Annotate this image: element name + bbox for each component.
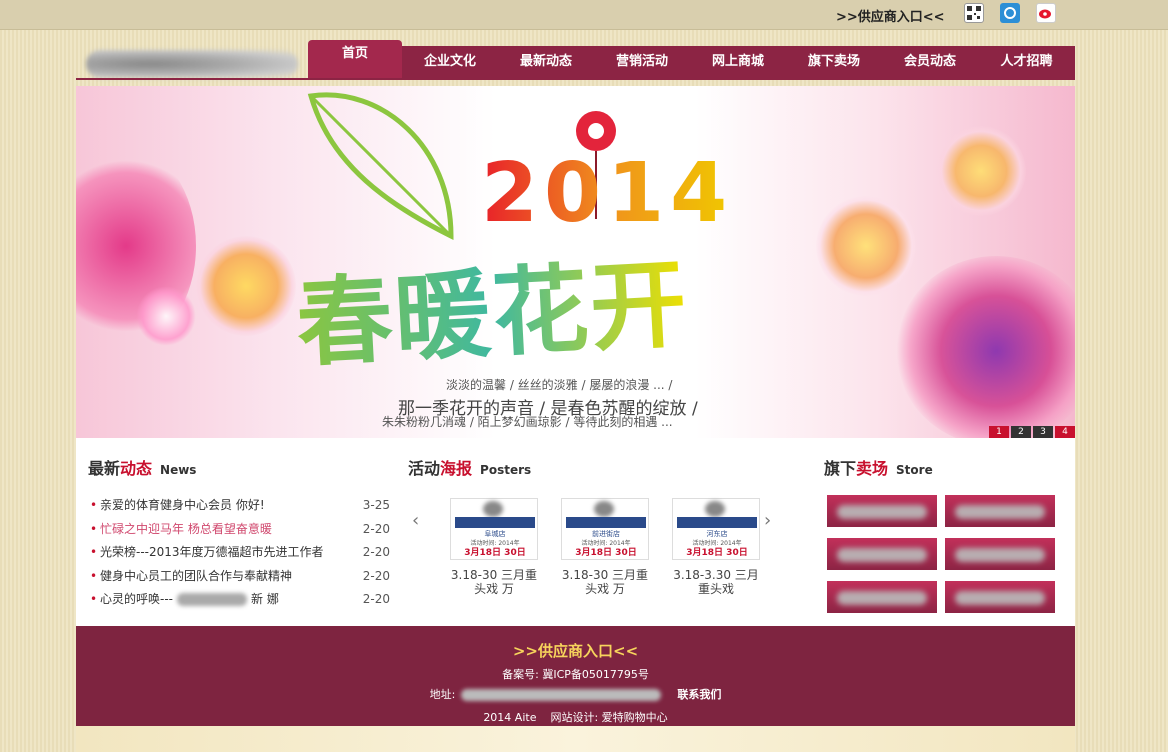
news-item[interactable]: 忙碌之中迎马年 杨总看望奋意暖2-20 — [90, 518, 390, 542]
banner-year: 2014 — [481, 146, 734, 241]
store-tile[interactable] — [944, 537, 1056, 571]
tencent-weibo-icon[interactable] — [1000, 3, 1020, 23]
footer-icp: 备案号: 冀ICP备05017795号 — [502, 668, 649, 681]
news-title: 最新动态 News — [88, 459, 197, 478]
poster-prev-arrow[interactable]: ‹ — [412, 510, 419, 531]
contact-us-link[interactable]: 联系我们 — [677, 688, 721, 701]
bottom-strip — [76, 726, 1075, 752]
flower-decoration — [936, 126, 1026, 216]
nav-item-members[interactable]: 会员动态 — [882, 46, 978, 78]
nav-item-home[interactable]: 首页 — [308, 40, 402, 78]
qrcode-icon[interactable] — [964, 3, 984, 23]
poster-caption[interactable]: 3.18-30 三月重头戏 万 — [561, 568, 649, 596]
nav-divider — [76, 78, 1075, 80]
nav-item-jobs[interactable]: 人才招聘 — [978, 46, 1075, 78]
poster-image[interactable]: 阜城店 活动时间: 2014年 3月18日 30日 — [450, 498, 538, 560]
flower-decoration — [896, 256, 1075, 438]
flower-decoration — [196, 236, 296, 336]
news-item[interactable]: 健身中心员工的团队合作与奉献精神2-20 — [90, 565, 390, 589]
poster-caption[interactable]: 3.18-30 三月重头戏 万 — [450, 568, 538, 596]
sina-weibo-icon[interactable] — [1036, 3, 1056, 23]
banner-subtitle-1: 淡淡的温馨 / 丝丝的淡雅 / 屡屡的浪漫 ... / — [446, 378, 673, 392]
nav-item-marketing[interactable]: 营销活动 — [594, 46, 690, 78]
store-tile[interactable] — [944, 494, 1056, 528]
store-tile[interactable] — [826, 494, 938, 528]
banner-page-2[interactable]: 2 — [1011, 426, 1031, 438]
hero-banner[interactable]: 2014 春暖花开 淡淡的温馨 / 丝丝的淡雅 / 屡屡的浪漫 ... / 那一… — [76, 86, 1075, 438]
flower-decoration — [816, 196, 916, 296]
footer-copyright: 2014 Aite 网站设计: 爱特购物中心 — [483, 711, 668, 724]
banner-pager: 1 2 3 4 — [989, 426, 1075, 438]
news-item[interactable]: 光荣榜---2013年度万德福超市先进工作者2-20 — [90, 541, 390, 565]
nav-item-mall[interactable]: 网上商城 — [690, 46, 786, 78]
nav-item-culture[interactable]: 企业文化 — [402, 46, 498, 78]
flower-decoration — [136, 286, 196, 346]
banner-page-4[interactable]: 4 — [1055, 426, 1075, 438]
posters-title: 活动海报 Posters — [408, 459, 532, 478]
poster-image[interactable]: 河东店 活动时间: 2014年 3月18日 30日 — [672, 498, 760, 560]
poster-image[interactable]: 前进街店 活动时间: 2014年 3月18日 30日 — [561, 498, 649, 560]
store-tile[interactable] — [826, 580, 938, 614]
main-nav: 首页 企业文化 最新动态 营销活动 网上商城 旗下卖场 会员动态 人才招聘 — [308, 40, 1075, 78]
banner-subtitle-3: 朱朱粉粉几消魂 / 陌上梦幻画琼影 / 等待此刻的相遇 ... — [382, 415, 673, 429]
store-tile[interactable] — [826, 537, 938, 571]
content-area: 最新动态News 亲爱的体育健身中心会员 你好!3-25 忙碌之中迎马年 杨总看… — [76, 438, 1075, 626]
news-item[interactable]: 心灵的呼唤---新 娜2-20 — [90, 588, 390, 612]
poster-next-arrow[interactable]: › — [764, 510, 771, 531]
site-footer: >>供应商入口<< 备案号: 冀ICP备05017795号 地址: 联系我们 20… — [76, 626, 1075, 726]
footer-address: 地址: 联系我们 — [429, 688, 722, 701]
leaf-decoration — [307, 92, 454, 241]
supplier-entrance-link[interactable]: >>供应商入口<< — [836, 6, 945, 25]
poster-item[interactable]: 河东店 活动时间: 2014年 3月18日 30日 3.18-3.30 三月重头戏 — [672, 498, 760, 596]
news-item[interactable]: 亲爱的体育健身中心会员 你好!3-25 — [90, 494, 390, 518]
banner-slogan: 春暖花开 — [293, 247, 692, 381]
poster-item[interactable]: 前进街店 活动时间: 2014年 3月18日 30日 3.18-30 三月重头戏 万 — [561, 498, 649, 596]
poster-item[interactable]: 阜城店 活动时间: 2014年 3月18日 30日 3.18-30 三月重头戏 万 — [450, 498, 538, 596]
top-bar: >>供应商入口<< — [0, 0, 1168, 30]
stores-title: 旗下卖场 Store — [824, 459, 933, 478]
footer-supplier-link[interactable]: >>供应商入口<< — [76, 640, 1075, 661]
banner-page-1[interactable]: 1 — [989, 426, 1009, 438]
site-logo[interactable] — [86, 50, 298, 78]
banner-page-3[interactable]: 3 — [1033, 426, 1053, 438]
news-list: 亲爱的体育健身中心会员 你好!3-25 忙碌之中迎马年 杨总看望奋意暖2-20 … — [90, 494, 390, 612]
nav-item-news[interactable]: 最新动态 — [498, 46, 594, 78]
poster-caption[interactable]: 3.18-3.30 三月重头戏 — [672, 568, 760, 596]
store-tile[interactable] — [944, 580, 1056, 614]
nav-item-stores[interactable]: 旗下卖场 — [786, 46, 882, 78]
